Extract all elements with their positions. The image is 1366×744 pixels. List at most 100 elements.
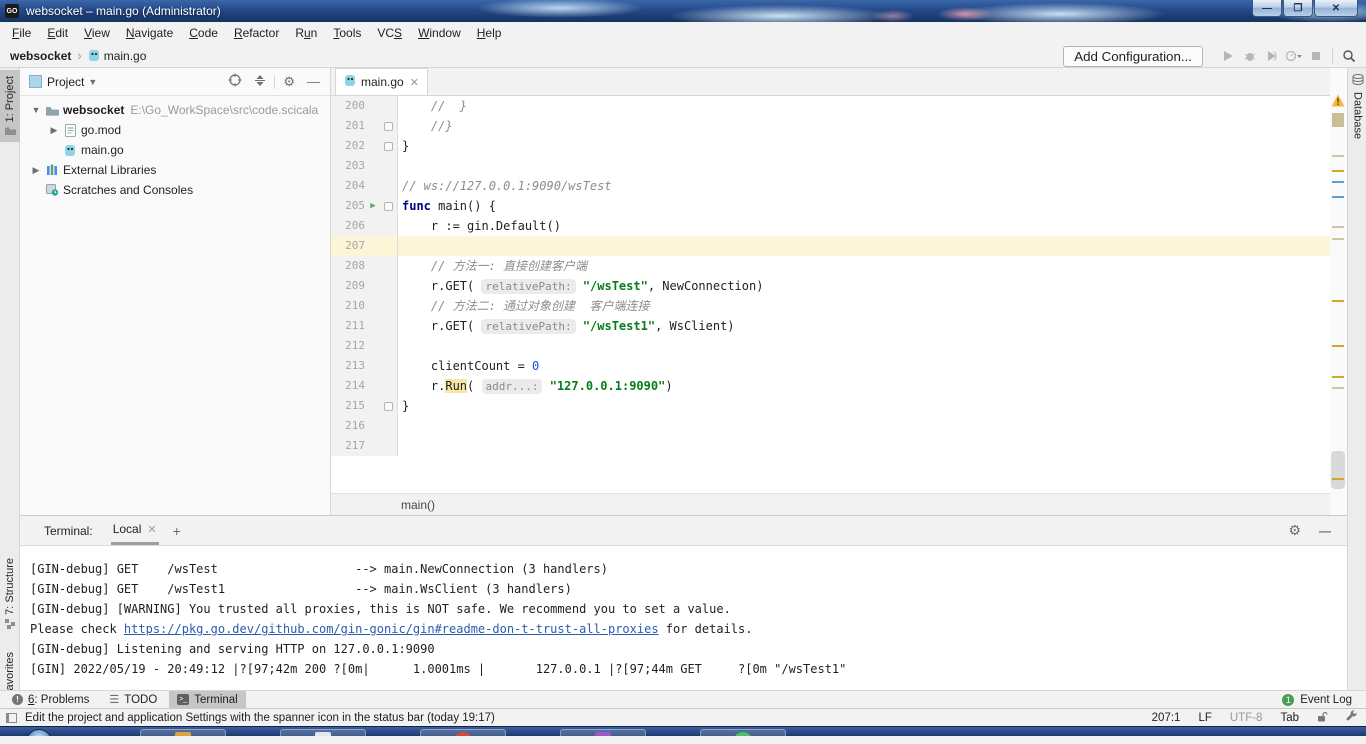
gutter-line-201[interactable]: 201 xyxy=(331,116,398,136)
code-line-200[interactable]: 200 // } xyxy=(331,96,1331,116)
code-line-202[interactable]: 202} xyxy=(331,136,1331,156)
menu-item-window[interactable]: Window xyxy=(410,23,469,43)
menu-item-file[interactable]: File xyxy=(4,23,39,43)
stripe-mark[interactable] xyxy=(1332,345,1344,347)
toolbar-todo[interactable]: ☰ TODO xyxy=(101,691,165,709)
locate-file-icon[interactable] xyxy=(228,73,242,90)
gutter-line-212[interactable]: 212 xyxy=(331,336,398,356)
wrench-icon[interactable] xyxy=(1346,710,1358,725)
terminal-console[interactable]: [GIN-debug] GET /wsTest --> main.NewConn… xyxy=(20,546,1347,679)
taskbar-app-1[interactable] xyxy=(140,729,226,736)
gutter-line-204[interactable]: 204 xyxy=(331,176,398,196)
code-line-201[interactable]: 201 //} xyxy=(331,116,1331,136)
gutter-line-209[interactable]: 209 xyxy=(331,276,398,296)
gutter-line-205[interactable]: 205▶ xyxy=(331,196,398,216)
close-terminal-tab-icon[interactable]: ✕ xyxy=(147,523,156,536)
code-line-209[interactable]: 209 r.GET( relativePath: "/wsTest", NewC… xyxy=(331,276,1331,296)
gutter-line-211[interactable]: 211 xyxy=(331,316,398,336)
menu-item-refactor[interactable]: Refactor xyxy=(226,23,287,43)
tool-tab-database[interactable]: Database xyxy=(1348,74,1366,139)
stripe-mark[interactable] xyxy=(1332,238,1344,240)
menu-item-navigate[interactable]: Navigate xyxy=(118,23,181,43)
stripe-mark[interactable] xyxy=(1332,170,1344,172)
lock-icon[interactable] xyxy=(1317,711,1328,725)
run-main-icon[interactable]: ▶ xyxy=(365,196,381,216)
caret-position[interactable]: 207:1 xyxy=(1152,712,1181,724)
menu-item-view[interactable]: View xyxy=(76,23,118,43)
gutter-line-203[interactable]: 203 xyxy=(331,156,398,176)
tree-item-scratches-and-consoles[interactable]: Scratches and Consoles xyxy=(20,180,330,200)
taskbar-app-3[interactable] xyxy=(420,729,506,736)
taskbar-app-2[interactable] xyxy=(280,729,366,736)
breadcrumb-item-main-go[interactable]: main.go xyxy=(104,49,147,63)
menu-item-code[interactable]: Code xyxy=(181,23,226,43)
breadcrumb-main[interactable]: main() xyxy=(401,498,435,512)
restore-button[interactable]: ❐ xyxy=(1283,0,1313,17)
taskbar-app-4[interactable] xyxy=(560,729,646,736)
gutter-line-207[interactable]: 207 xyxy=(331,236,398,256)
terminal-settings-gear-icon[interactable]: ⚙ xyxy=(1288,522,1301,539)
code-line-207[interactable]: 207 xyxy=(331,236,1331,256)
minimize-button[interactable]: — xyxy=(1252,0,1282,17)
stripe-mark[interactable] xyxy=(1332,196,1344,198)
gutter-line-206[interactable]: 206 xyxy=(331,216,398,236)
tree-item-go-mod[interactable]: ▶go.mod xyxy=(20,120,330,140)
gutter-line-202[interactable]: 202 xyxy=(331,136,398,156)
search-icon[interactable] xyxy=(1338,47,1360,65)
stripe-mark[interactable] xyxy=(1332,226,1344,228)
stripe-mark[interactable] xyxy=(1332,155,1344,157)
project-view-selector[interactable]: Project xyxy=(47,75,84,89)
line-separator[interactable]: LF xyxy=(1198,712,1211,724)
tool-tab-structure[interactable]: 7: Structure xyxy=(0,558,20,642)
hide-terminal-icon[interactable]: — xyxy=(1319,524,1331,538)
close-button[interactable]: ✕ xyxy=(1314,0,1358,17)
add-configuration-button[interactable]: Add Configuration... xyxy=(1063,46,1203,67)
toolbar-problems[interactable]: ! 6: Problems xyxy=(4,691,97,709)
gutter-line-216[interactable]: 216 xyxy=(331,416,398,436)
menu-item-help[interactable]: Help xyxy=(469,23,510,43)
toolbar-terminal[interactable]: >_ Terminal xyxy=(169,691,245,709)
stripe-mark[interactable] xyxy=(1332,181,1344,183)
tree-chevron-icon[interactable]: ▶ xyxy=(46,125,62,136)
tree-item-websocket[interactable]: ▼websocketE:\Go_WorkSpace\src\code.scica… xyxy=(20,100,330,120)
terminal-link[interactable]: https://pkg.go.dev/github.com/gin-gonic/… xyxy=(124,622,659,636)
tool-window-toggle-icon[interactable] xyxy=(6,713,17,723)
code-line-213[interactable]: 213 clientCount = 0 xyxy=(331,356,1331,376)
tree-item-external-libraries[interactable]: ▶External Libraries xyxy=(20,160,330,180)
event-log-button[interactable]: 1 Event Log xyxy=(1282,694,1352,706)
gutter-line-208[interactable]: 208 xyxy=(331,256,398,276)
gutter-line-215[interactable]: 215 xyxy=(331,396,398,416)
close-tab-icon[interactable]: ✕ xyxy=(410,76,419,89)
fold-marker-icon[interactable] xyxy=(381,122,395,131)
stripe-mark[interactable] xyxy=(1332,478,1344,480)
tree-item-main-go[interactable]: main.go xyxy=(20,140,330,160)
fold-marker-icon[interactable] xyxy=(381,202,395,211)
code-line-204[interactable]: 204// ws://127.0.0.1:9090/wsTest xyxy=(331,176,1331,196)
code-line-215[interactable]: 215} xyxy=(331,396,1331,416)
status-message[interactable]: Edit the project and application Setting… xyxy=(25,712,495,724)
fold-marker-icon[interactable] xyxy=(381,142,395,151)
menu-item-tools[interactable]: Tools xyxy=(325,23,369,43)
warning-icon[interactable] xyxy=(1331,94,1345,107)
code-line-208[interactable]: 208 // 方法一: 直接创建客户端 xyxy=(331,256,1331,276)
stripe-mark[interactable] xyxy=(1332,376,1344,378)
new-terminal-icon[interactable]: + xyxy=(173,523,181,539)
start-button[interactable] xyxy=(26,729,52,736)
code-line-216[interactable]: 216 xyxy=(331,416,1331,436)
file-encoding[interactable]: UTF-8 xyxy=(1230,712,1263,724)
stripe-mark[interactable] xyxy=(1332,387,1344,389)
gutter-line-214[interactable]: 214 xyxy=(331,376,398,396)
gutter-line-217[interactable]: 217 xyxy=(331,436,398,456)
gutter-line-210[interactable]: 210 xyxy=(331,296,398,316)
terminal-tab-local[interactable]: Local ✕ xyxy=(111,516,159,545)
code-line-206[interactable]: 206 r := gin.Default() xyxy=(331,216,1331,236)
menu-item-run[interactable]: Run xyxy=(287,23,325,43)
menu-item-vcs[interactable]: VCS xyxy=(369,23,410,43)
tree-chevron-icon[interactable]: ▼ xyxy=(28,105,44,115)
tool-tab-project[interactable]: 1: Project xyxy=(0,70,20,142)
code-line-205[interactable]: 205▶func main() { xyxy=(331,196,1331,216)
indent-style[interactable]: Tab xyxy=(1280,712,1299,724)
taskbar-app-5[interactable] xyxy=(700,729,786,736)
collapse-all-icon[interactable] xyxy=(254,74,266,90)
code-line-211[interactable]: 211 r.GET( relativePath: "/wsTest1", WsC… xyxy=(331,316,1331,336)
